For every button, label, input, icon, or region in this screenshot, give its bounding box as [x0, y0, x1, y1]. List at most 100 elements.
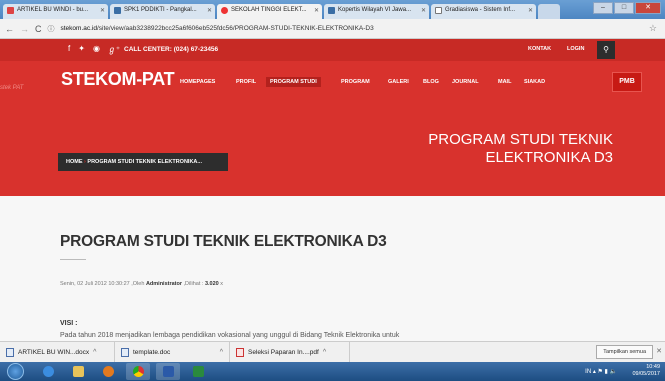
menu-item-program[interactable]: PROGRAM — [341, 79, 370, 85]
browser-tab[interactable]: Kopertis Wilayah VI Jawa... ✕ — [324, 4, 429, 19]
chevron-up-icon[interactable]: ^ — [220, 349, 223, 356]
tab-label: ARTIKEL BU WINDI - bu... — [17, 7, 89, 13]
url-path: /site/view/aab3238922bcc25a6f606eb525fdc… — [97, 25, 374, 32]
breadcrumb: HOME › PROGRAM STUDI TEKNIK ELEKTRONIKA.… — [58, 153, 228, 171]
site-header: f ✦ ◉ ℊ⁺ CALL CENTER: (024) 67-23456 KON… — [0, 39, 665, 196]
bookmark-star-icon[interactable]: ☆ — [649, 23, 657, 34]
download-item[interactable]: template.doc ^ — [115, 341, 230, 363]
google-plus-icon[interactable]: ℊ⁺ — [108, 44, 120, 55]
close-icon[interactable]: ✕ — [314, 7, 319, 14]
tray-icons: IN ▴ ⚑ ▮ 🔈 — [585, 369, 617, 375]
windows-taskbar: IN ▴ ⚑ ▮ 🔈 10:49 09/05/2017 — [0, 362, 665, 381]
chevron-up-icon[interactable]: ^ — [323, 349, 326, 356]
menu-item-homepages[interactable]: HOMEPAGES — [180, 79, 215, 85]
pinterest-icon[interactable]: ◉ — [93, 44, 100, 55]
site-favicon-icon — [114, 7, 121, 14]
word-icon — [162, 366, 174, 377]
kontak-link[interactable]: KONTAK — [528, 46, 551, 52]
word-doc-icon — [6, 347, 14, 357]
clock[interactable]: 10:49 09/05/2017 — [632, 364, 660, 378]
tab-label: SPK1 PDDIKTI - Pangkal... — [124, 7, 197, 13]
tab-label: Gradiasiswa - Sistem Inf... — [445, 7, 516, 13]
meta-views: 3.020 — [204, 281, 219, 287]
close-icon[interactable]: ✕ — [421, 7, 426, 14]
call-center-text: CALL CENTER: (024) 67-23456 — [124, 46, 219, 53]
maximize-icon[interactable]: □ — [614, 2, 634, 14]
browser-tab[interactable]: Gradiasiswa - Sistem Inf... ✕ — [431, 4, 536, 19]
taskbar-explorer-button[interactable] — [66, 363, 90, 380]
hero-title-line: ELEKTRONIKA D3 — [485, 149, 613, 166]
tab-label: SEKOLAH TINGGI ELEKT... — [231, 7, 307, 13]
excel-icon — [192, 366, 204, 377]
article-meta: Senin, 02 Juli 2012 10:30:27 ,Oleh Admin… — [60, 281, 223, 287]
facebook-icon[interactable]: f — [68, 44, 70, 55]
back-arrow-icon[interactable]: ← — [5, 24, 14, 34]
download-item[interactable]: Seleksi Paparan In....pdf ^ — [230, 341, 350, 363]
meta-suffix: x — [220, 281, 223, 287]
twitter-icon[interactable]: ✦ — [78, 44, 85, 55]
tab-label: Kopertis Wilayah VI Jawa... — [338, 7, 412, 13]
taskbar-word-button[interactable] — [156, 363, 180, 380]
show-all-downloads-button[interactable]: Tampilkan semua — [596, 345, 653, 359]
new-tab-button[interactable] — [538, 4, 560, 19]
url-host: stekom.ac.id — [60, 25, 98, 32]
breadcrumb-current: PROGRAM STUDI TEKNIK ELEKTRONIKA... — [87, 159, 202, 165]
hero-title-line: PROGRAM STUDI TEKNIK — [428, 131, 613, 148]
main-menu: HOMEPAGES PROFIL PROGRAM STUDI PROGRAM G… — [0, 77, 665, 93]
social-links: f ✦ ◉ ℊ⁺ — [68, 44, 120, 55]
clock-time: 10:49 — [646, 364, 660, 370]
visi-heading: VISI : — [60, 320, 78, 327]
hero-title: PROGRAM STUDI TEKNIK ELEKTRONIKA D3 — [428, 131, 613, 167]
top-info-strip: f ✦ ◉ ℊ⁺ CALL CENTER: (024) 67-23456 KON… — [0, 39, 665, 61]
visi-text: Pada tahun 2018 menjadikan lembaga pendi… — [60, 332, 400, 339]
start-button[interactable] — [7, 363, 24, 380]
menu-item-profil[interactable]: PROFIL — [236, 79, 256, 85]
ie-icon — [42, 366, 54, 377]
reload-icon[interactable]: C — [35, 24, 42, 34]
close-icon[interactable]: ✕ — [656, 347, 662, 355]
taskbar-media-button[interactable] — [96, 363, 120, 380]
meta-views-label: ,Dilihat : — [183, 281, 204, 287]
breadcrumb-home[interactable]: HOME — [66, 159, 83, 165]
browser-tab[interactable]: ARTIKEL BU WINDI - bu... ✕ — [3, 4, 108, 19]
menu-item-blog[interactable]: BLOG — [423, 79, 439, 85]
media-player-icon — [102, 366, 114, 377]
word-doc-icon — [121, 347, 129, 357]
menu-item-program-studi[interactable]: PROGRAM STUDI — [266, 77, 321, 87]
stekom-favicon-icon — [221, 7, 228, 14]
chevron-up-icon[interactable]: ^ — [93, 349, 96, 356]
close-icon[interactable]: ✕ — [528, 7, 533, 14]
taskbar-chrome-button[interactable] — [126, 363, 150, 380]
info-icon[interactable]: ⓘ — [48, 24, 55, 34]
window-controls: – □ ✕ — [593, 2, 661, 14]
close-window-icon[interactable]: ✕ — [635, 2, 661, 14]
download-filename: ARTIKEL BU WIN...docx — [18, 348, 90, 356]
article-content: PROGRAM STUDI TEKNIK ELEKTRONIKA D3 Seni… — [0, 196, 665, 341]
gmail-icon — [7, 7, 14, 14]
folder-icon — [72, 366, 84, 377]
language-indicator[interactable]: IN — [585, 369, 591, 375]
taskbar-excel-button[interactable] — [186, 363, 210, 380]
article-title: PROGRAM STUDI TEKNIK ELEKTRONIKA D3 — [60, 233, 387, 250]
close-icon[interactable]: ✕ — [100, 7, 105, 14]
forward-arrow-icon[interactable]: → — [20, 24, 29, 34]
pdf-icon — [236, 347, 244, 357]
menu-item-siakad[interactable]: SIAKAD — [524, 79, 545, 85]
minimize-icon[interactable]: – — [593, 2, 613, 14]
browser-tab[interactable]: SPK1 PDDIKTI - Pangkal... ✕ — [110, 4, 215, 19]
meta-author: Administrator — [145, 281, 182, 287]
download-filename: template.doc — [133, 348, 171, 356]
login-link[interactable]: LOGIN — [567, 46, 584, 52]
taskbar-ie-button[interactable] — [36, 363, 60, 380]
pmb-button[interactable]: PMB — [612, 72, 642, 92]
menu-item-journal[interactable]: JOURNAL — [452, 79, 479, 85]
search-icon[interactable]: ⚲ — [597, 41, 615, 59]
close-icon[interactable]: ✕ — [207, 7, 212, 14]
browser-tab-active[interactable]: SEKOLAH TINGGI ELEKT... ✕ — [217, 4, 322, 19]
browser-tab-bar: ARTIKEL BU WINDI - bu... ✕ SPK1 PDDIKTI … — [0, 0, 665, 19]
clock-date: 09/05/2017 — [632, 371, 660, 377]
menu-item-mail[interactable]: MAIL — [498, 79, 511, 85]
menu-item-galeri[interactable]: GALERI — [388, 79, 409, 85]
url-field[interactable]: stekom.ac.id/site/view/aab3238922bcc25a6… — [61, 25, 643, 32]
download-item[interactable]: ARTIKEL BU WIN...docx ^ — [0, 341, 115, 363]
